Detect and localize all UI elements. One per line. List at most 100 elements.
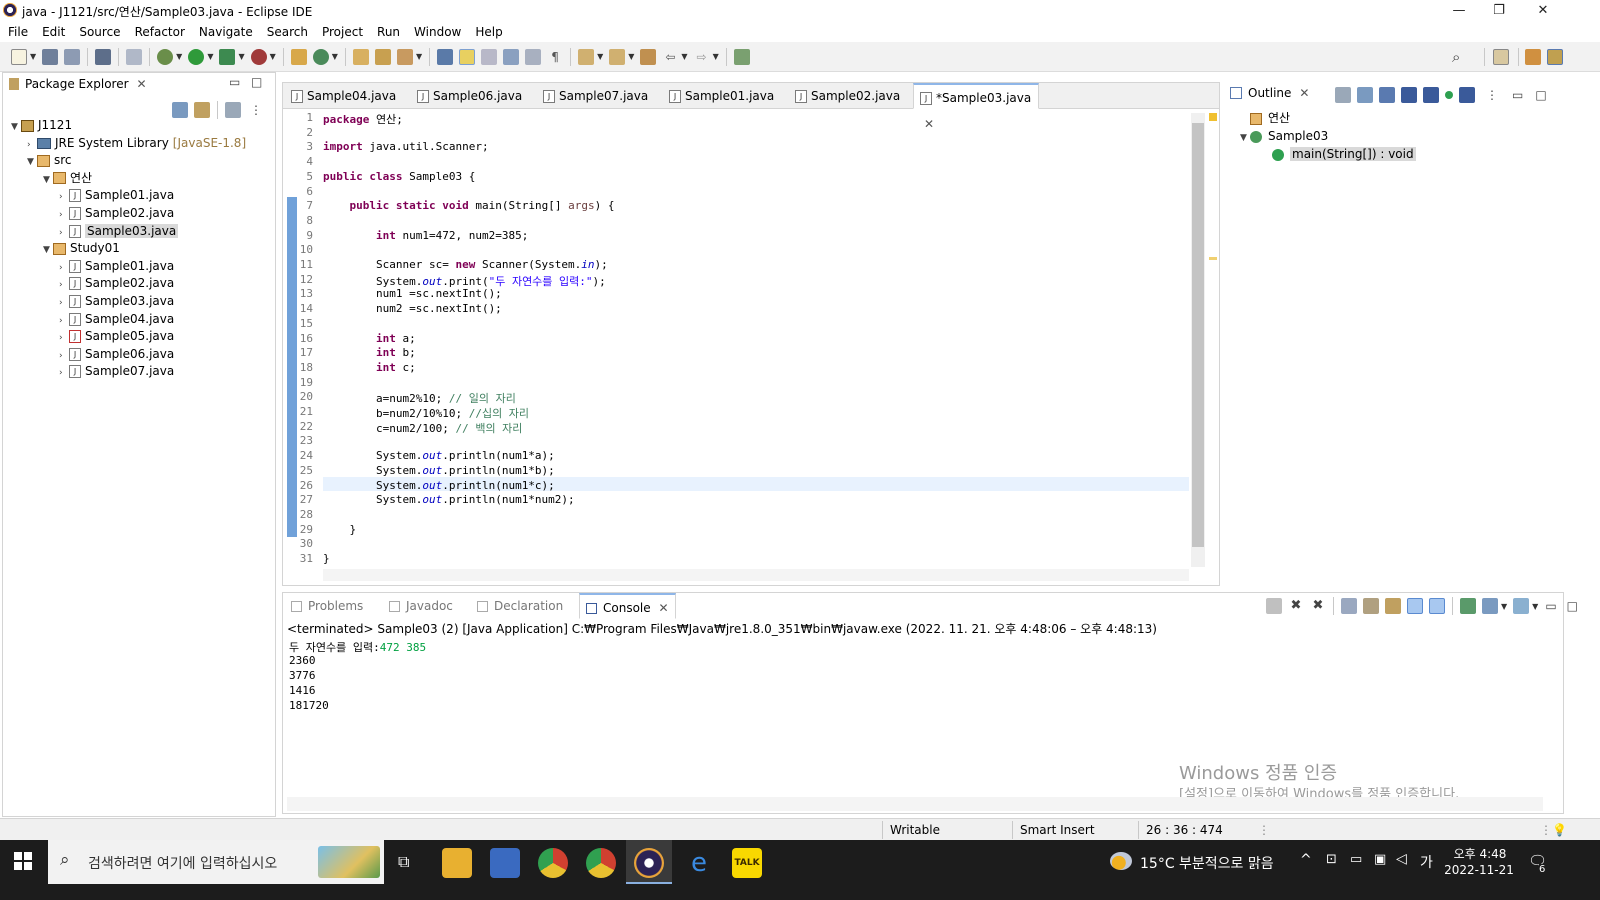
menu-help[interactable]: Help bbox=[468, 22, 509, 42]
battery-icon[interactable]: ▣ bbox=[1374, 852, 1386, 867]
word-wrap-icon[interactable] bbox=[503, 48, 520, 65]
chevron-down-icon[interactable]: ▼ bbox=[681, 52, 687, 61]
chrome-icon[interactable] bbox=[538, 848, 568, 878]
chevron-down-icon[interactable]: ▼ bbox=[43, 242, 53, 259]
chevron-down-icon[interactable]: ▼ bbox=[11, 119, 21, 136]
close-icon[interactable]: ✕ bbox=[137, 77, 147, 91]
chevron-down-icon[interactable]: ▼ bbox=[27, 154, 37, 171]
pin-editor-icon[interactable] bbox=[733, 48, 750, 65]
chevron-down-icon[interactable]: ▼ bbox=[238, 52, 244, 61]
tree-item[interactable]: › JRE System Library [JavaSE-1.8] bbox=[27, 135, 246, 152]
maximize-icon[interactable]: □ bbox=[1535, 88, 1546, 102]
sync-icon[interactable] bbox=[1335, 87, 1351, 103]
chevron-down-icon[interactable]: ▼ bbox=[30, 52, 36, 61]
maximize-icon[interactable]: □ bbox=[251, 75, 262, 89]
tree-item[interactable]: › J Sample07.java bbox=[59, 363, 174, 380]
debug-perspective-icon[interactable] bbox=[1525, 49, 1541, 65]
view-menu-icon[interactable]: ⋮ bbox=[1486, 88, 1498, 102]
menu-window[interactable]: Window bbox=[407, 22, 468, 42]
tree-item[interactable]: ▼ Study01 bbox=[43, 240, 120, 257]
word-wrap-icon[interactable] bbox=[1385, 598, 1401, 614]
tree-item[interactable]: ▼ 연산 bbox=[43, 170, 92, 187]
pilcrow-icon[interactable]: ¶ bbox=[547, 49, 563, 65]
hide-fields-icon[interactable] bbox=[1401, 87, 1417, 103]
block-selection-icon[interactable] bbox=[481, 48, 498, 65]
tree-item[interactable]: ▼ src bbox=[27, 152, 72, 169]
chevron-down-icon[interactable]: ▼ bbox=[1532, 602, 1538, 611]
menu-refactor[interactable]: Refactor bbox=[128, 22, 192, 42]
search-tool-icon[interactable] bbox=[396, 48, 413, 65]
sort-icon[interactable] bbox=[1379, 87, 1395, 103]
file-explorer-icon[interactable] bbox=[442, 848, 472, 878]
bottom-tab[interactable]: Declaration bbox=[471, 593, 569, 619]
chevron-down-icon[interactable]: ▼ bbox=[1501, 602, 1507, 611]
open-task-icon[interactable] bbox=[374, 48, 391, 65]
close-button[interactable]: ✕ bbox=[1520, 0, 1566, 22]
chevron-right-icon[interactable]: › bbox=[59, 277, 69, 294]
chevron-down-icon[interactable]: ▼ bbox=[43, 172, 53, 189]
bottom-tab[interactable]: Javadoc bbox=[383, 593, 459, 619]
eclipse-taskbar-icon[interactable] bbox=[634, 848, 664, 878]
forward-arrow-icon[interactable]: ⇨ bbox=[694, 49, 710, 65]
terminal-icon[interactable] bbox=[95, 48, 112, 65]
next-annotation-icon[interactable] bbox=[578, 48, 595, 65]
menu-source[interactable]: Source bbox=[72, 22, 127, 42]
chevron-right-icon[interactable]: › bbox=[59, 207, 69, 224]
coverage-icon[interactable] bbox=[219, 48, 236, 65]
maximize-icon[interactable]: □ bbox=[1567, 599, 1578, 613]
menu-file[interactable]: File bbox=[1, 22, 35, 42]
bottom-tab[interactable]: Console ✕ bbox=[579, 593, 676, 619]
chevron-down-icon[interactable]: ▼ bbox=[207, 52, 213, 61]
show-whitespace-icon[interactable] bbox=[525, 48, 542, 65]
filter-icon[interactable] bbox=[225, 102, 241, 118]
chevron-down-icon[interactable]: ▼ bbox=[176, 52, 182, 61]
chevron-right-icon[interactable]: › bbox=[59, 260, 69, 277]
console-horizontal-scrollbar[interactable] bbox=[287, 797, 1543, 811]
menu-run[interactable]: Run bbox=[370, 22, 407, 42]
tab-package-explorer[interactable]: Package Explorer ✕ bbox=[9, 77, 147, 91]
ime-indicator[interactable]: 가 bbox=[1420, 852, 1433, 872]
chevron-down-icon[interactable]: ▼ bbox=[332, 52, 338, 61]
tree-item[interactable]: › J Sample03.java bbox=[59, 223, 179, 240]
task-view-icon[interactable]: ⧉ bbox=[398, 852, 409, 872]
editor-tab[interactable]: J Sample02.java bbox=[789, 83, 913, 109]
chevron-right-icon[interactable]: › bbox=[59, 295, 69, 312]
chevron-down-icon[interactable]: ▼ bbox=[1240, 130, 1250, 147]
remove-all-icon[interactable]: ✖ bbox=[1310, 598, 1326, 614]
hide-non-public-icon[interactable] bbox=[1445, 91, 1453, 99]
new-java-package-icon[interactable] bbox=[290, 48, 307, 65]
collapse-all-icon[interactable] bbox=[1357, 87, 1373, 103]
chevron-up-icon[interactable]: ^ bbox=[1300, 852, 1312, 868]
back-arrow-icon[interactable]: ⇦ bbox=[662, 49, 678, 65]
console-output[interactable]: 두 자연수를 입력:472 385 2360 3776 1416 181720 … bbox=[283, 637, 1563, 802]
display-console-icon[interactable] bbox=[1482, 598, 1498, 614]
menu-project[interactable]: Project bbox=[315, 22, 370, 42]
clock-date[interactable]: 2022-11-21 bbox=[1442, 863, 1516, 877]
chevron-down-icon[interactable]: ▼ bbox=[597, 52, 603, 61]
collapse-all-icon[interactable] bbox=[172, 102, 188, 118]
hide-local-types-icon[interactable] bbox=[1459, 87, 1475, 103]
tree-item[interactable]: › J Sample03.java bbox=[59, 293, 174, 310]
outline-item[interactable]: 연산 bbox=[1240, 110, 1290, 127]
open-type-icon[interactable] bbox=[352, 48, 369, 65]
chevron-down-icon[interactable]: ▼ bbox=[628, 52, 634, 61]
external-tools-icon[interactable] bbox=[250, 48, 267, 65]
show-stderr-icon[interactable] bbox=[1429, 598, 1445, 614]
status-drag-handle-icon[interactable]: ⋮ bbox=[1258, 821, 1270, 839]
mark-occurrences-icon[interactable] bbox=[459, 48, 476, 65]
tree-item[interactable]: › J Sample01.java bbox=[59, 187, 174, 204]
editor-tab[interactable]: J Sample06.java bbox=[411, 83, 537, 109]
chevron-right-icon[interactable]: › bbox=[59, 348, 69, 365]
skip-breakpoints-icon[interactable] bbox=[126, 48, 143, 65]
chevron-right-icon[interactable]: › bbox=[59, 365, 69, 382]
vertical-scrollbar[interactable] bbox=[1191, 113, 1205, 567]
scrollbar-thumb[interactable] bbox=[1192, 123, 1204, 547]
previous-annotation-icon[interactable] bbox=[609, 48, 626, 65]
clear-console-icon[interactable] bbox=[1341, 598, 1357, 614]
chevron-right-icon[interactable]: › bbox=[59, 330, 69, 347]
tree-item[interactable]: › J Sample02.java bbox=[59, 275, 174, 292]
tree-item[interactable]: ▼ J1121 bbox=[11, 117, 72, 134]
close-icon[interactable]: ✕ bbox=[655, 601, 668, 615]
menu-navigate[interactable]: Navigate bbox=[192, 22, 260, 42]
outline-item[interactable]: ▼ Sample03 bbox=[1240, 128, 1328, 145]
